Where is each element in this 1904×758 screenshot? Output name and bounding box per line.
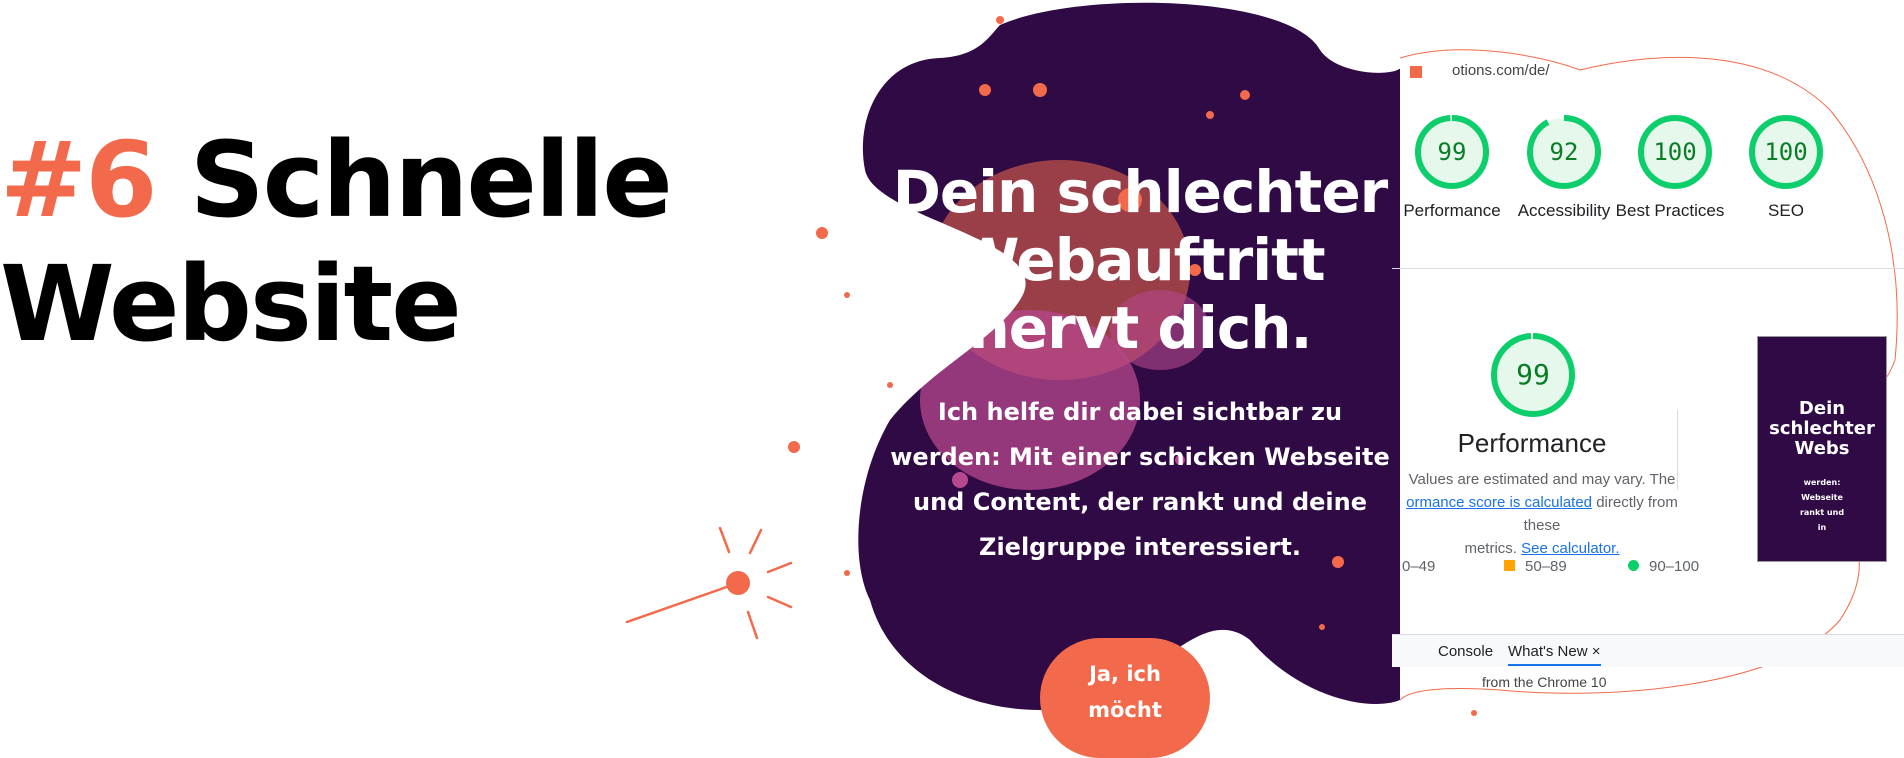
score-value: 99 (1437, 138, 1467, 166)
legend-label: 90–100 (1649, 558, 1700, 575)
score-label: Performance (1403, 201, 1501, 220)
cta-label-line: Ja, ich (1089, 662, 1161, 686)
hero-subtitle-line: Ich helfe dir dabei sichtbar zu (937, 398, 1343, 426)
page-screenshot-thumbnail: Dein schlechter Webs werden: Webseite ra… (1757, 336, 1887, 562)
legend-average: 50–89 (1504, 558, 1567, 575)
note-line-3: metrics. See calculator. (1392, 537, 1692, 560)
thumb-text-line: werden: (1803, 478, 1841, 487)
circle-icon (1628, 560, 1639, 571)
score-calculated-link[interactable]: ormance score is calculated (1406, 494, 1592, 511)
see-calculator-link[interactable]: See calculator. (1521, 540, 1619, 557)
performance-gauge: 99 (1488, 330, 1578, 420)
note-line-2: ormance score is calculated directly fro… (1392, 491, 1692, 537)
hero-title-line: Dein schlechter (892, 158, 1389, 226)
score-gauge-seo[interactable]: 100 (1746, 112, 1826, 192)
cta-button[interactable]: Ja, ich möcht (1040, 638, 1210, 758)
score-label: Best Practices (1615, 201, 1725, 220)
performance-note: Values are estimated and may vary. The o… (1392, 468, 1692, 560)
devtools-drawer-tabs: Console What's New × (1392, 634, 1904, 667)
close-icon[interactable]: × (1592, 643, 1601, 660)
hero-title: Dein schlechter Webauftritt nervt dich. (860, 158, 1420, 362)
hero-text: Dein schlechter Webauftritt nervt dich. … (860, 158, 1420, 570)
thumb-text-line: Webseite (1801, 493, 1843, 502)
performance-title: Performance (1457, 428, 1607, 458)
score-gauge-performance[interactable]: 99 (1412, 112, 1492, 192)
section-divider (1392, 268, 1904, 269)
square-icon (1504, 560, 1515, 571)
hero-title-line: nervt dich. (968, 294, 1312, 362)
note-text: metrics. (1464, 540, 1522, 557)
score-value: 100 (1764, 138, 1808, 166)
legend-pass: 90–100 (1628, 558, 1699, 575)
score-label: Accessibility (1517, 201, 1611, 220)
report-url: otions.com/de/ (1452, 62, 1550, 79)
score-value: 92 (1549, 138, 1579, 166)
sparkle-icon (625, 526, 793, 640)
tab-whats-new[interactable]: What's New × (1508, 643, 1601, 666)
thumb-text-line: in (1817, 523, 1827, 532)
tab-console[interactable]: Console (1438, 643, 1493, 660)
legend-fail: 0–49 (1402, 558, 1435, 575)
thumb-title-line: Webs (1794, 438, 1850, 459)
legend-label: 50–89 (1525, 558, 1567, 575)
score-gauge-accessibility[interactable]: 92 (1524, 112, 1604, 192)
legend-label: 0–49 (1402, 558, 1436, 575)
lighthouse-icon (1410, 66, 1422, 78)
cta-label-line: möcht (1088, 698, 1162, 722)
hero-subtitle-line: werden: Mit einer schicken Webseite (890, 443, 1390, 471)
hero-title-line: Webauftritt (955, 226, 1325, 294)
hero-subtitle-line: Zielgruppe interessiert. (979, 533, 1301, 561)
score-label: SEO (1768, 201, 1804, 220)
lighthouse-report: otions.com/de/ 99 Performance 92 Accessi… (1392, 0, 1904, 718)
thumb-title-line: Dein (1798, 398, 1846, 419)
hero-subtitle: Ich helfe dir dabei sichtbar zu werden: … (860, 390, 1420, 570)
note-text: Values are estimated and may vary. The (1408, 471, 1676, 488)
score-gauge-best-practices[interactable]: 100 (1635, 112, 1715, 192)
thumb-text-line: rankt und (1799, 508, 1845, 517)
thumb-title-line: schlechter (1769, 418, 1875, 439)
score-value: 100 (1653, 138, 1697, 166)
performance-score: 99 (1516, 358, 1550, 391)
tab-label: What's New (1508, 643, 1588, 660)
drawer-text: from the Chrome 10 (1482, 674, 1607, 690)
hero-subtitle-line: und Content, der rankt und deine (913, 488, 1367, 516)
